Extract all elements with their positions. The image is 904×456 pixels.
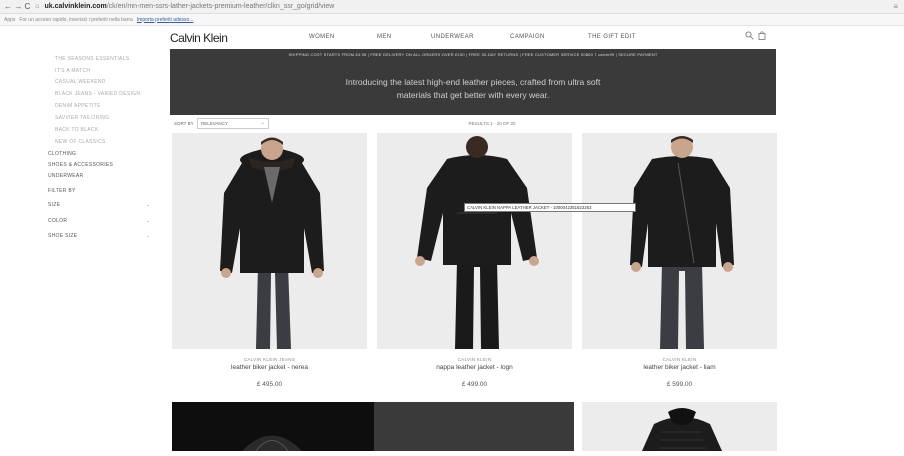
product-image[interactable] (582, 133, 777, 349)
product-card[interactable]: CALVIN KLEIN JEANS leather biker jacket … (172, 133, 367, 388)
search-icon[interactable] (745, 31, 754, 40)
sidebar-item-shoes-accessories[interactable]: SHOES & ACCESSORIES (48, 162, 113, 168)
browser-toolbar: ← → C ⌂ uk.calvinklein.com/ck/en/mn-men-… (0, 0, 904, 14)
sort-value: RELEVANCY (201, 121, 228, 126)
sort-select[interactable]: RELEVANCY ⌄ (197, 118, 269, 129)
sidebar-link[interactable]: BACK TO BLACK (55, 127, 98, 133)
chevron-down-icon: ⌄ (146, 202, 151, 208)
filter-color-label: COLOR (48, 218, 68, 224)
shipping-info[interactable]: SHIPPING COST STARTS FROM £3.95 | FREE D… (170, 52, 776, 57)
home-icon[interactable]: ⌂ (35, 3, 39, 10)
product-card[interactable]: CALVIN KLEIN nappa leather jacket - logn… (377, 133, 572, 388)
nav-men[interactable]: MEN (377, 34, 392, 40)
product-price: £ 599.00 (666, 381, 693, 388)
filter-title: FILTER BY (48, 188, 76, 194)
nav-underwear[interactable]: UNDERWEAR (431, 34, 474, 40)
sort-label: SORT BY (174, 121, 194, 126)
browser-nav-buttons[interactable]: ← → C (4, 2, 30, 11)
filter-shoe-size-label: SHOE SIZE (48, 233, 78, 239)
product-name[interactable]: nappa leather jacket - logn (377, 364, 572, 371)
filter-size-label: SIZE (48, 202, 61, 208)
bookmarks-message: For un acceso rapido, inserisci i prefer… (19, 16, 133, 23)
filter-shoe-size[interactable]: SHOE SIZE ⌄ (48, 233, 150, 239)
hero-line-2: materials that get better with every wea… (396, 90, 550, 100)
shopping-bag-icon[interactable] (758, 31, 766, 40)
url-domain: uk.calvinklein.com (44, 3, 107, 10)
product-price: £ 495.00 (256, 381, 283, 388)
chevron-down-icon: ⌄ (146, 233, 151, 239)
sort-bar: SORT BY RELEVANCY ⌄ RESULTS 1 - 20 OF 20 (172, 117, 776, 131)
sidebar-link[interactable]: CASUAL WEEKEND (55, 79, 106, 85)
apps-button[interactable]: Apps (4, 17, 15, 23)
filter-size[interactable]: SIZE ⌄ (48, 202, 150, 208)
product-brand: CALVIN KLEIN (457, 357, 492, 362)
hero-banner: SHIPPING COST STARTS FROM £3.95 | FREE D… (170, 49, 776, 115)
results-count: RESULTS 1 - 20 OF 20 (468, 121, 516, 126)
hero-text: Introducing the latest high-end leather … (170, 76, 776, 102)
product-image[interactable] (377, 133, 572, 349)
product-card[interactable]: CALVIN KLEIN leather biker jacket - liam… (582, 133, 777, 388)
chevron-down-icon: ⌄ (146, 218, 151, 224)
product-name[interactable]: leather biker jacket - nerea (172, 364, 367, 371)
product-brand: CALVIN KLEIN JEANS (243, 357, 296, 362)
category-sidebar: THE SEASONS ESSENTIALS IT'S A MATCH CASU… (0, 48, 170, 451)
chevron-down-icon: ⌄ (260, 120, 265, 126)
filter-color[interactable]: COLOR ⌄ (48, 218, 150, 224)
sidebar-link[interactable]: BLACK JEANS - VARIED DESIGN (55, 91, 140, 97)
url-path: /ck/en/mn-men-ssrs-lather-jackets-premiu… (106, 3, 335, 10)
sidebar-link[interactable]: SAVVIER TAILORING (55, 115, 109, 121)
site-header: Calvin Klein WOMEN MEN UNDERWEAR CAMPAIG… (170, 28, 776, 48)
product-price: £ 499.00 (461, 381, 488, 388)
product-tooltip: CALVIN KLEIN NAPPA LEATHER JACKET - 1000… (464, 203, 636, 212)
product-image[interactable] (172, 133, 367, 349)
sidebar-item-clothing[interactable]: CLOTHING (48, 151, 76, 157)
product-card[interactable] (582, 402, 777, 451)
sidebar-link[interactable]: THE SEASONS ESSENTIALS (55, 56, 129, 62)
product-image[interactable] (582, 402, 777, 451)
product-image[interactable] (172, 402, 374, 452)
product-name[interactable]: leather biker jacket - liam (582, 364, 777, 371)
nav-gift-edit[interactable]: THE GIFT EDIT (588, 34, 636, 40)
nav-campaign[interactable]: CAMPAIGN (510, 34, 545, 40)
sidebar-link[interactable]: IT'S A MATCH (55, 68, 90, 74)
nav-women[interactable]: WOMEN (309, 34, 335, 40)
address-bar[interactable]: uk.calvinklein.com/ck/en/mn-men-ssrs-lat… (44, 3, 334, 10)
sidebar-item-underwear[interactable]: UNDERWEAR (48, 173, 83, 179)
page-scrollbar[interactable] (894, 26, 904, 451)
product-card[interactable] (172, 402, 574, 452)
sidebar-link[interactable]: NEW OF CLASSICS (55, 139, 106, 145)
hero-line-1: Introducing the latest high-end leather … (345, 77, 601, 87)
browser-menu-icon[interactable]: ≡ (893, 2, 898, 11)
calvin-klein-logo[interactable]: Calvin Klein (170, 31, 310, 45)
sidebar-link[interactable]: DENIM APPETITE (55, 103, 101, 109)
product-brand: CALVIN KLEIN (662, 357, 697, 362)
bookmarks-bar: Apps For un acceso rapido, inserisci i p… (0, 14, 904, 26)
import-bookmarks-link[interactable]: Importa preferiti adesso... (137, 17, 194, 23)
